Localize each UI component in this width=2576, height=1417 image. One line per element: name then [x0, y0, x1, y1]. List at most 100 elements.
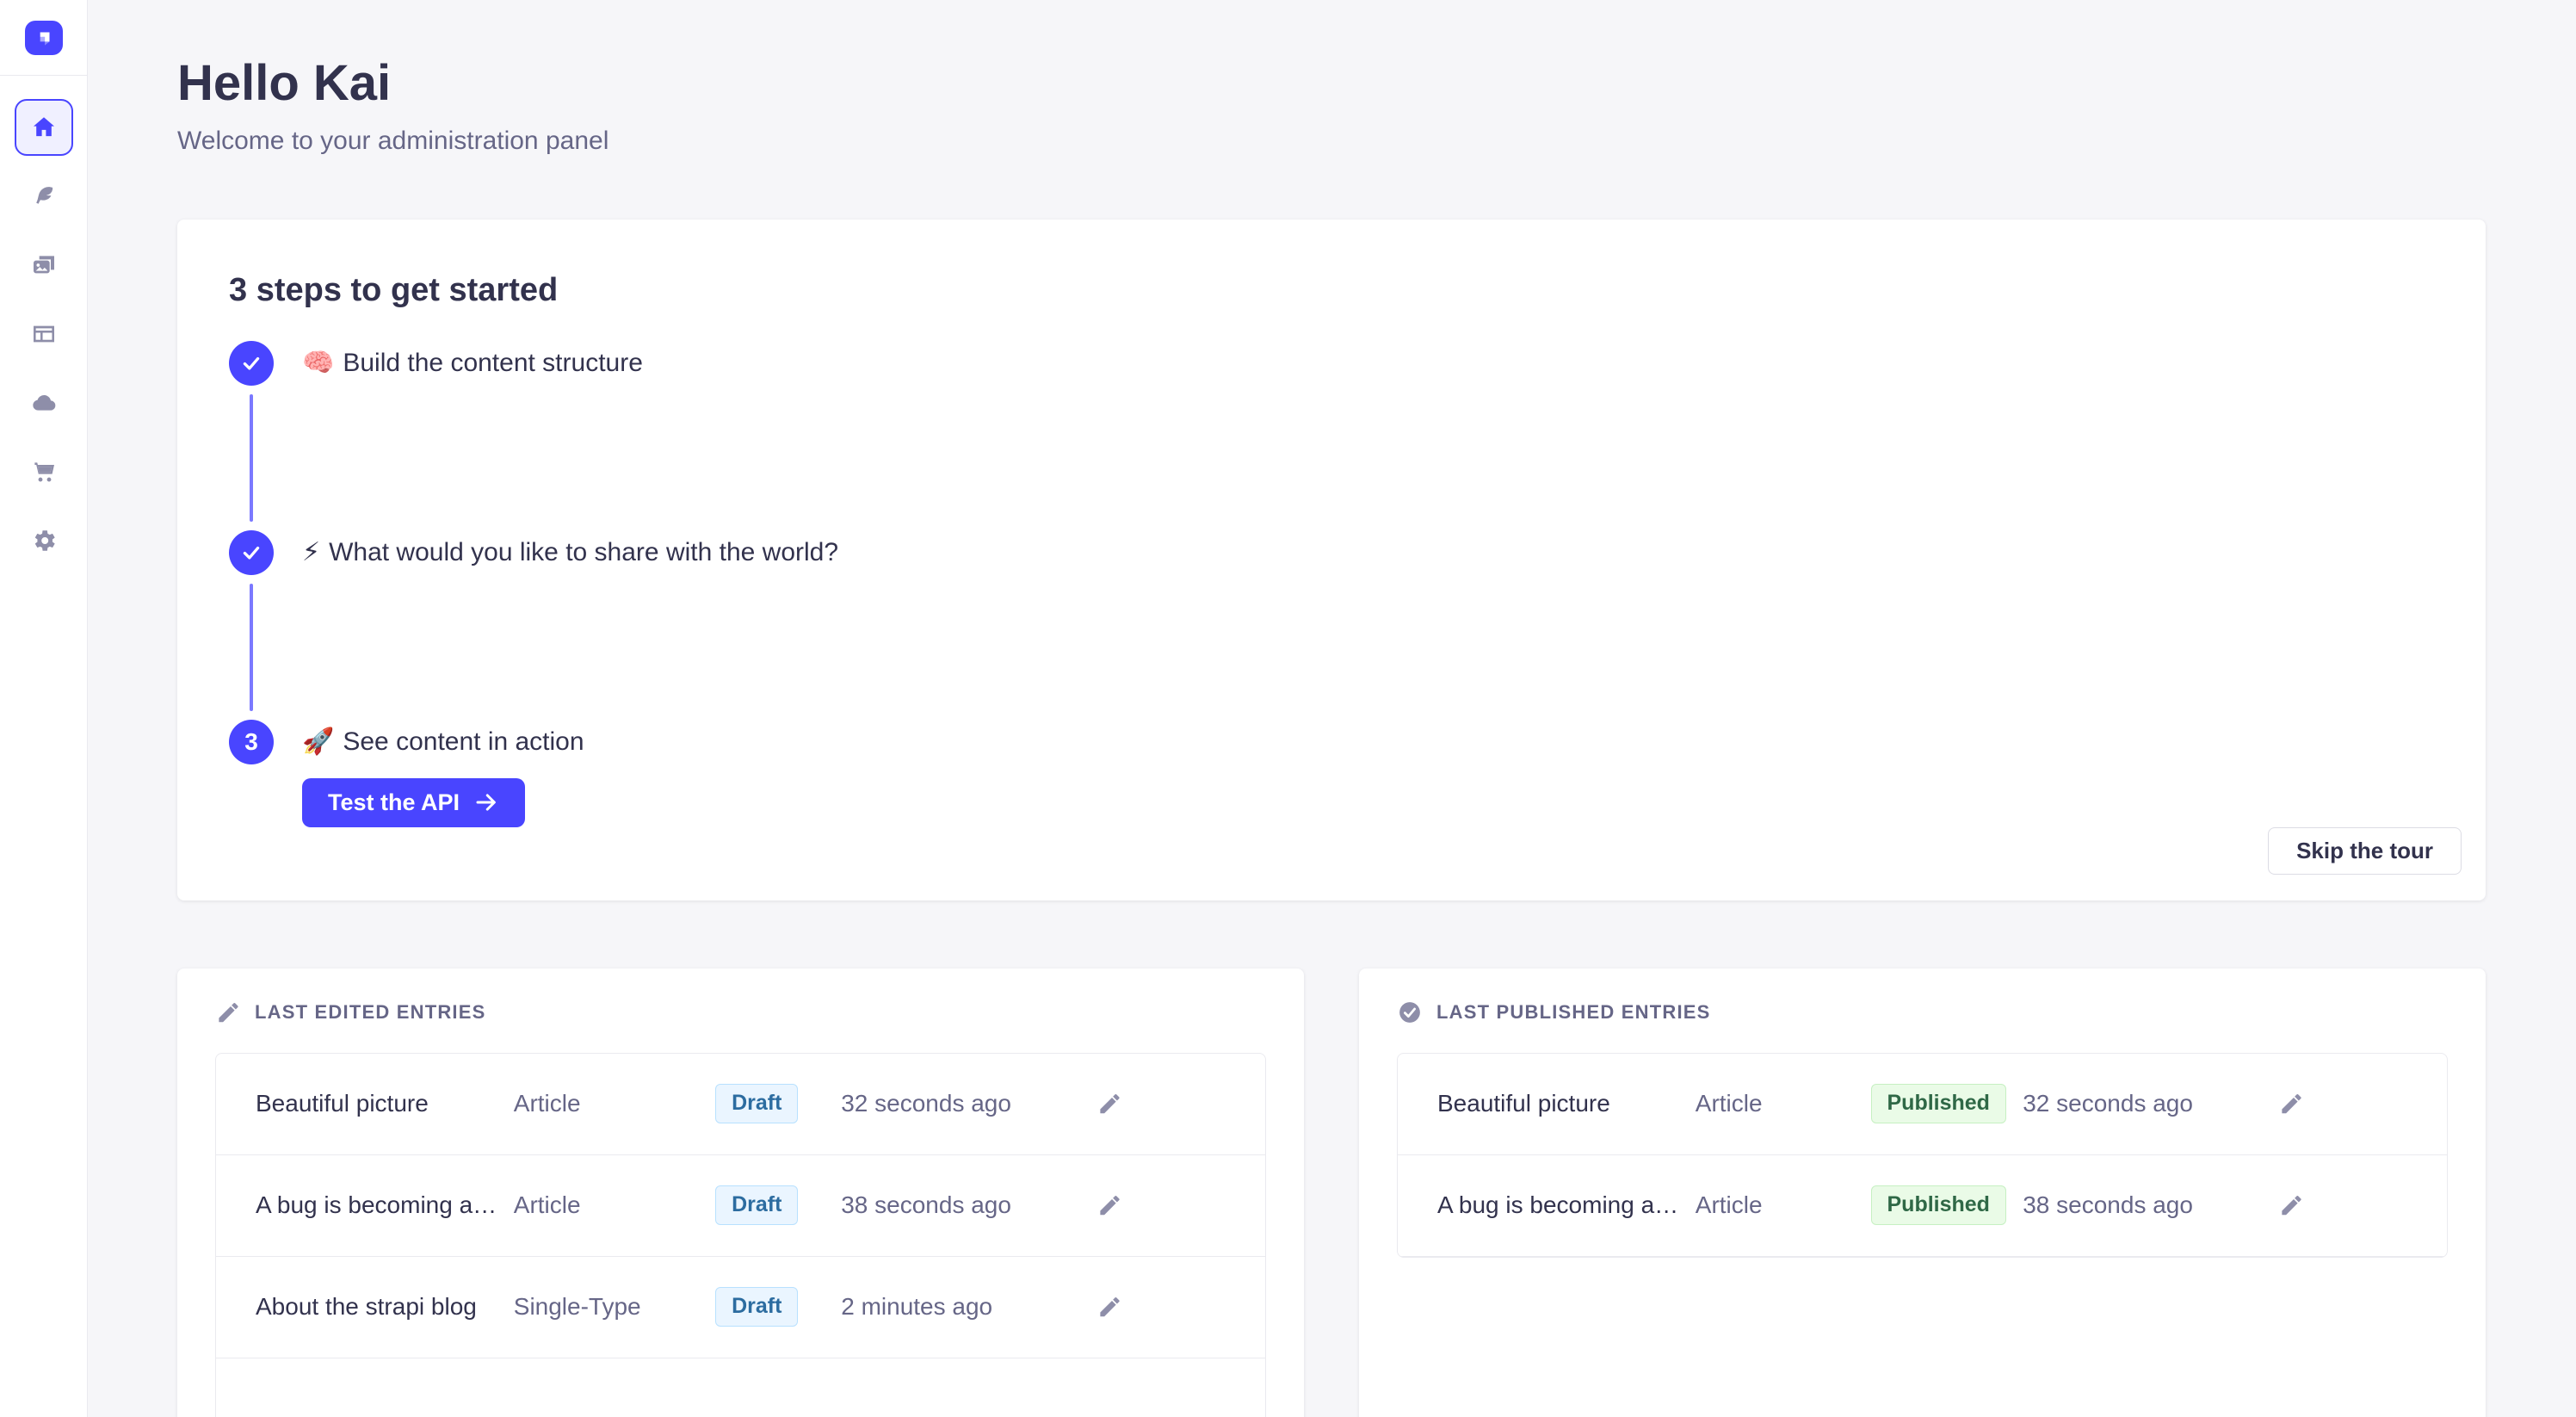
step-1-done-indicator [229, 341, 274, 386]
step-2-done-indicator [229, 530, 274, 575]
entry-actions [1079, 1187, 1248, 1223]
sidebar-item-content-type-builder[interactable] [15, 306, 73, 362]
entry-status-cell: Draft [672, 1185, 841, 1225]
pencil-icon [1096, 1192, 1122, 1218]
entry-title: Beautiful picture [1437, 1090, 1696, 1117]
home-icon [30, 114, 58, 141]
sidebar-item-media-library[interactable] [15, 237, 73, 294]
sidebar-item-marketplace[interactable] [15, 443, 73, 500]
entry-title: A bug is becoming a… [256, 1191, 514, 1219]
entry-actions [1079, 1289, 1248, 1325]
pencil-icon [215, 999, 241, 1025]
skip-tour-button[interactable]: Skip the tour [2268, 827, 2462, 875]
entry-title: Beautiful picture [256, 1090, 514, 1117]
entry-type: Article [1696, 1090, 1854, 1117]
rocket-emoji-icon: 🚀 [302, 727, 334, 757]
sidebar-logo-section [0, 0, 87, 76]
entry-title: A bug is becoming a… [1437, 1191, 1696, 1219]
onboarding-steps: 🧠 Build the content structure ⚡ What wou… [229, 341, 2434, 827]
table-row[interactable]: Beautiful picture Article Draft 32 secon… [216, 1054, 1265, 1155]
entry-actions [1079, 1086, 1248, 1122]
entry-status-cell: Published [1854, 1185, 2023, 1225]
layout-icon [30, 320, 58, 348]
lightning-emoji-icon: ⚡ [302, 537, 320, 567]
step-2-label-row: ⚡ What would you like to share with the … [302, 537, 838, 567]
step-3-label: See content in action [343, 727, 584, 757]
check-icon [240, 352, 263, 374]
onboarding-step-2: ⚡ What would you like to share with the … [229, 530, 2434, 575]
onboarding-card: 3 steps to get started 🧠 Build the conte… [177, 220, 2486, 900]
check-icon [240, 541, 263, 564]
status-badge: Draft [715, 1287, 798, 1327]
page-title: Hello Kai [177, 55, 2486, 113]
entry-actions [2261, 1086, 2430, 1122]
step-3-label-row: 🚀 See content in action [302, 727, 584, 757]
cloud-icon [30, 389, 58, 417]
entry-type: Article [514, 1191, 672, 1219]
last-edited-title: LAST EDITED ENTRIES [255, 1001, 486, 1024]
entry-time: 32 seconds ago [841, 1090, 1079, 1117]
step-1-label-row: 🧠 Build the content structure [302, 348, 643, 378]
table-row[interactable]: A bug is becoming a… Article Published 3… [1398, 1155, 2447, 1257]
edit-entry-button[interactable] [2273, 1086, 2309, 1122]
table-row[interactable]: About the strapi blog Single-Type Draft … [216, 1257, 1265, 1358]
sidebar-item-home[interactable] [15, 99, 73, 156]
pencil-icon [2278, 1192, 2304, 1218]
pencil-icon [1096, 1294, 1122, 1320]
entry-actions [2261, 1187, 2430, 1223]
step-3-number-indicator: 3 [229, 720, 274, 764]
sidebar [0, 0, 88, 1417]
onboarding-step-3: 3 🚀 See content in action [229, 720, 2434, 764]
strapi-logo[interactable] [25, 21, 63, 55]
entry-time: 32 seconds ago [2023, 1090, 2261, 1117]
step-3-number: 3 [244, 728, 258, 756]
step-2-label: What would you like to share with the wo… [329, 538, 838, 567]
last-edited-header: LAST EDITED ENTRIES [215, 999, 1266, 1025]
entry-time: 38 seconds ago [2023, 1191, 2261, 1219]
step-1-label: Build the content structure [343, 349, 643, 378]
entry-status-cell: Draft [672, 1084, 841, 1123]
entry-type: Article [1696, 1191, 1854, 1219]
brain-emoji-icon: 🧠 [302, 348, 334, 378]
page-subtitle: Welcome to your administration panel [177, 127, 2486, 156]
status-badge: Draft [715, 1185, 798, 1225]
table-row-empty [216, 1358, 1265, 1417]
gear-icon [30, 527, 58, 554]
edit-entry-button[interactable] [1091, 1187, 1127, 1223]
sidebar-nav [15, 99, 73, 581]
last-published-header: LAST PUBLISHED ENTRIES [1397, 999, 2448, 1025]
main-content: Hello Kai Welcome to your administration… [88, 0, 2576, 1417]
last-published-table: Beautiful picture Article Published 32 s… [1397, 1053, 2448, 1258]
step-connector [250, 394, 253, 522]
pencil-icon [1096, 1091, 1122, 1117]
edit-entry-button[interactable] [2273, 1187, 2309, 1223]
strapi-logo-glyph [33, 27, 55, 49]
status-badge: Draft [715, 1084, 798, 1123]
step-connector [250, 584, 253, 711]
last-published-panel: LAST PUBLISHED ENTRIES Beautiful picture… [1359, 968, 2486, 1417]
media-library-icon [30, 251, 58, 279]
sidebar-item-deploy[interactable] [15, 374, 73, 431]
onboarding-title: 3 steps to get started [229, 272, 2434, 309]
last-edited-table: Beautiful picture Article Draft 32 secon… [215, 1053, 1266, 1417]
entry-type: Single-Type [514, 1293, 672, 1321]
sidebar-item-content-manager[interactable] [15, 168, 73, 225]
test-api-button[interactable]: Test the API [302, 778, 525, 827]
sidebar-item-settings[interactable] [15, 512, 73, 569]
cta-row: Test the API [302, 778, 2434, 827]
edit-entry-button[interactable] [1091, 1289, 1127, 1325]
entry-title: About the strapi blog [256, 1293, 514, 1321]
entry-type: Article [514, 1090, 672, 1117]
arrow-right-icon [473, 789, 499, 815]
edit-entry-button[interactable] [1091, 1086, 1127, 1122]
app-root: Hello Kai Welcome to your administration… [0, 0, 2576, 1417]
table-row[interactable]: A bug is becoming a… Article Draft 38 se… [216, 1155, 1265, 1257]
entry-status-cell: Published [1854, 1084, 2023, 1123]
table-row[interactable]: Beautiful picture Article Published 32 s… [1398, 1054, 2447, 1155]
onboarding-step-1: 🧠 Build the content structure [229, 341, 2434, 386]
cart-icon [30, 458, 58, 486]
check-circle-icon [1397, 999, 1423, 1025]
status-badge: Published [1871, 1084, 2006, 1123]
feather-pen-icon [30, 183, 58, 210]
status-badge: Published [1871, 1185, 2006, 1225]
